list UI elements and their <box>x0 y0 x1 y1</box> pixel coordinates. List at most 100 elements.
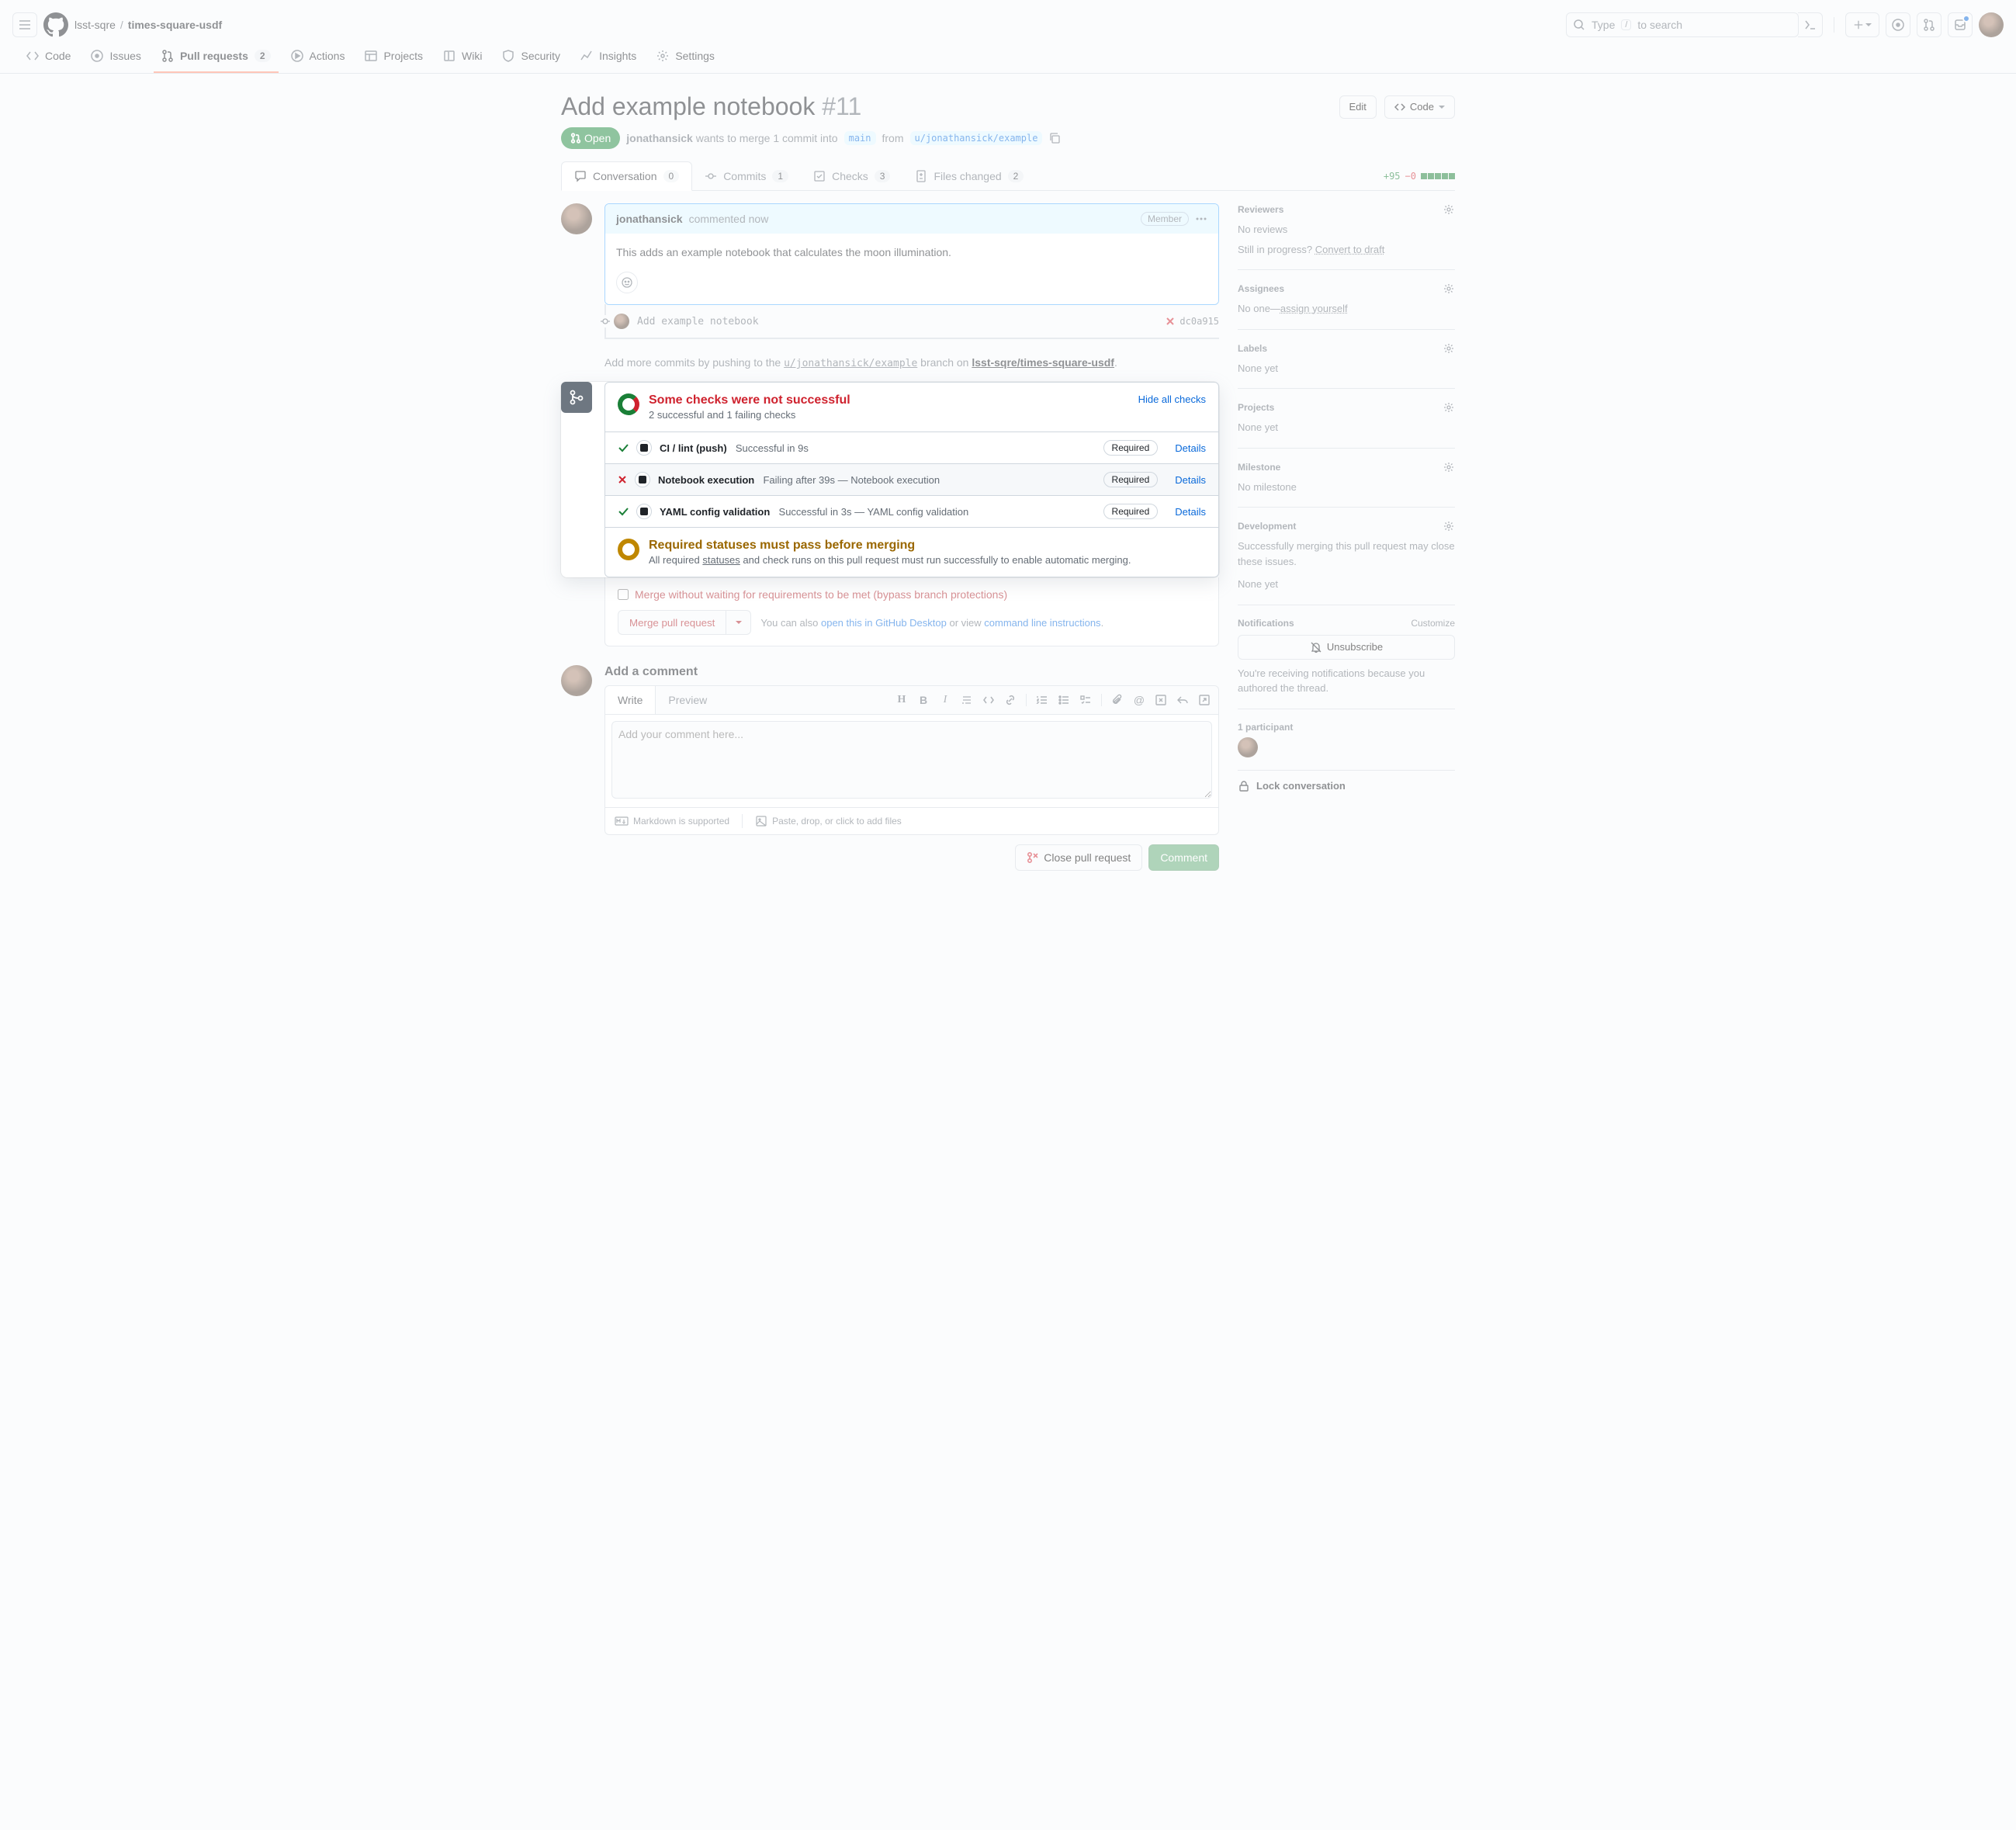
plus-icon <box>1853 19 1864 30</box>
mention-icon[interactable]: @ <box>1133 694 1145 706</box>
github-logo[interactable] <box>43 12 68 37</box>
check-meta: Successful in 9s <box>736 442 809 454</box>
issue-icon <box>91 50 103 62</box>
commit-avatar[interactable] <box>614 314 629 329</box>
heading-icon[interactable]: H <box>895 694 908 706</box>
attach-icon[interactable] <box>1111 694 1124 706</box>
nav-actions[interactable]: Actions <box>283 43 353 73</box>
check-details-link[interactable]: Details <box>1175 442 1206 454</box>
gear-icon[interactable] <box>1443 282 1455 295</box>
nav-issues[interactable]: Issues <box>83 43 148 73</box>
tab-checks[interactable]: Checks3 <box>801 162 902 190</box>
gear-icon <box>656 50 669 62</box>
assignees-heading: Assignees <box>1238 283 1284 294</box>
nav-projects[interactable]: Projects <box>357 43 431 73</box>
tab-commits[interactable]: Commits1 <box>692 162 801 190</box>
gear-icon[interactable] <box>1443 342 1455 355</box>
lock-conversation[interactable]: Lock conversation <box>1238 771 1455 802</box>
cli-link[interactable]: command line instructions <box>984 617 1100 629</box>
markdown-icon <box>615 816 629 826</box>
tab-conversation[interactable]: Conversation0 <box>561 161 692 191</box>
user-avatar[interactable] <box>1979 12 2004 37</box>
check-row: CI / lint (push) Successful in 9sRequire… <box>605 432 1218 464</box>
check-details-link[interactable]: Details <box>1175 474 1206 486</box>
comment-button[interactable]: Comment <box>1148 844 1219 871</box>
breadcrumb-repo[interactable]: times-square-usdf <box>128 19 222 31</box>
search-input[interactable]: Type / to search <box>1566 12 1799 37</box>
merge-dropdown[interactable] <box>726 610 751 635</box>
editor-toolbar: H B I <box>888 686 1218 714</box>
code-icon <box>1394 102 1405 113</box>
tab-files[interactable]: Files changed2 <box>902 162 1036 190</box>
markdown-hint[interactable]: Markdown is supported <box>615 814 729 828</box>
edit-button[interactable]: Edit <box>1339 95 1377 119</box>
notifications-button[interactable] <box>1948 12 1973 37</box>
gear-icon[interactable] <box>1443 520 1455 532</box>
merge-button[interactable]: Merge pull request <box>618 610 726 635</box>
gear-icon[interactable] <box>1443 401 1455 414</box>
bypass-checkbox-row[interactable]: Merge without waiting for requirements t… <box>618 588 1206 601</box>
pull-requests-button[interactable] <box>1917 12 1942 37</box>
breadcrumb-owner[interactable]: lsst-sqre <box>74 19 116 31</box>
create-new-button[interactable] <box>1845 12 1879 37</box>
issues-button[interactable] <box>1886 12 1910 37</box>
unsubscribe-button[interactable]: Unsubscribe <box>1238 635 1455 660</box>
check-details-link[interactable]: Details <box>1175 506 1206 518</box>
bypass-checkbox[interactable] <box>618 589 629 600</box>
gear-icon[interactable] <box>1443 461 1455 473</box>
bold-icon[interactable]: B <box>917 694 930 706</box>
nav-settings[interactable]: Settings <box>649 43 722 73</box>
quote-icon[interactable] <box>961 694 973 706</box>
pr-icon <box>570 133 581 144</box>
nav-pulls[interactable]: Pull requests2 <box>154 43 279 73</box>
nav-wiki[interactable]: Wiki <box>435 43 490 73</box>
hide-checks-link[interactable]: Hide all checks <box>1138 393 1206 405</box>
comment-avatar[interactable] <box>561 203 592 234</box>
nav-code[interactable]: Code <box>19 43 78 73</box>
play-icon <box>291 50 303 62</box>
add-reaction[interactable] <box>616 272 638 293</box>
convert-draft-link[interactable]: Convert to draft <box>1315 244 1385 255</box>
participant-avatar[interactable] <box>1238 737 1258 757</box>
code-dropdown[interactable]: Code <box>1384 95 1455 119</box>
close-pr-button[interactable]: Close pull request <box>1015 844 1142 871</box>
nav-security[interactable]: Security <box>494 43 568 73</box>
image-icon <box>755 815 767 827</box>
ol-icon[interactable] <box>1036 694 1048 706</box>
book-icon <box>443 50 456 62</box>
command-palette-button[interactable] <box>1798 12 1823 37</box>
tasklist-icon[interactable] <box>1079 694 1092 706</box>
reply-icon[interactable] <box>1176 694 1189 706</box>
head-branch[interactable]: u/jonathansick/example <box>910 131 1043 145</box>
commit-sha[interactable]: dc0a915 <box>1179 316 1219 327</box>
statuses-link[interactable]: statuses <box>702 554 740 566</box>
comment-icon <box>574 170 587 182</box>
comment-author[interactable]: jonathansick <box>616 213 683 225</box>
commit-message[interactable]: Add example notebook <box>637 316 759 328</box>
nav-hamburger[interactable] <box>12 12 37 37</box>
tab-write[interactable]: Write <box>605 686 656 714</box>
pr-state: Open <box>561 127 620 149</box>
ul-icon[interactable] <box>1058 694 1070 706</box>
nav-insights[interactable]: Insights <box>573 43 644 73</box>
italic-icon[interactable]: I <box>939 694 951 706</box>
attach-hint[interactable]: Paste, drop, or click to add files <box>755 814 902 828</box>
pr-author[interactable]: jonathansick <box>626 132 693 144</box>
gear-icon[interactable] <box>1443 203 1455 216</box>
chevron-down-icon <box>736 619 742 626</box>
code-icon[interactable] <box>982 694 995 706</box>
desktop-link[interactable]: open this in GitHub Desktop <box>821 617 947 629</box>
tab-preview[interactable]: Preview <box>656 686 719 714</box>
assign-self-link[interactable]: assign yourself <box>1280 303 1348 314</box>
comment-menu[interactable] <box>1195 213 1207 225</box>
customize-link[interactable]: Customize <box>1411 618 1455 629</box>
link-icon[interactable] <box>1004 694 1017 706</box>
copy-icon[interactable] <box>1048 132 1061 144</box>
check-icon <box>618 506 629 517</box>
comment-textarea[interactable] <box>611 721 1212 799</box>
crossref-icon[interactable] <box>1155 694 1167 706</box>
check-app-icon <box>636 440 652 456</box>
expand-icon[interactable] <box>1198 694 1211 706</box>
my-avatar[interactable] <box>561 665 592 696</box>
base-branch[interactable]: main <box>844 131 876 145</box>
